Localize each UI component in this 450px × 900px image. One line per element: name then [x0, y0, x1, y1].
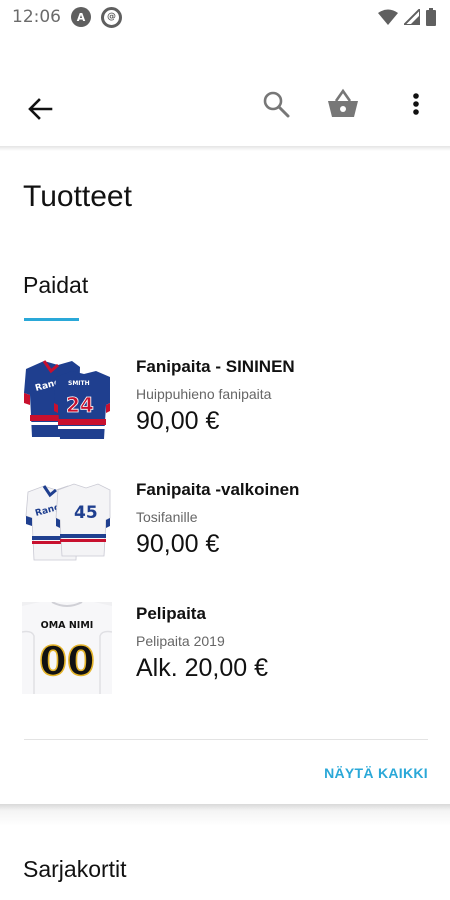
signal-icon: [404, 9, 420, 25]
svg-text:24: 24: [66, 393, 94, 417]
more-vert-icon: [413, 93, 419, 115]
basket-icon: [328, 88, 358, 117]
battery-icon: [426, 8, 436, 26]
sync-icon: @: [101, 6, 122, 28]
section-separator: [0, 804, 450, 826]
show-all-link[interactable]: NÄYTÄ KAIKKI: [324, 765, 428, 781]
tab-paidat[interactable]: Paidat: [23, 272, 88, 299]
product-name: Fanipaita - SININEN: [136, 357, 295, 376]
section-divider: [24, 739, 428, 740]
basket-button[interactable]: [326, 88, 360, 120]
section-title-sarjakortit[interactable]: Sarjakortit: [23, 856, 127, 883]
product-description: Huippuhieno fanipaita: [136, 386, 272, 402]
back-button[interactable]: [25, 94, 55, 124]
svg-text:OMA NIMI: OMA NIMI: [41, 620, 94, 631]
svg-text:00: 00: [39, 639, 95, 685]
product-price: Alk. 20,00 €: [136, 654, 269, 682]
status-right: [378, 8, 436, 26]
product-price: 90,00 €: [136, 407, 220, 435]
product-name: Pelipaita: [136, 604, 206, 623]
tab-indicator: [24, 318, 79, 321]
app-bar: [0, 70, 450, 146]
svg-text:SMITH: SMITH: [68, 380, 90, 387]
search-icon: [263, 91, 290, 118]
search-button[interactable]: [262, 90, 292, 120]
product-name: Fanipaita -valkoinen: [136, 480, 300, 499]
status-left: 12:06 A @: [12, 6, 122, 28]
app-screen: 12:06 A @ Tuotteet Paidat SMITH 24 Fanip…: [0, 0, 450, 900]
game-jersey-image: OMA NIMI 00: [22, 602, 112, 694]
blue-jersey-image: Rangers SMITH 24: [24, 360, 110, 439]
product-item-fanipaita-sininen[interactable]: Rangers SMITH 24 Fanipaita - SININEN Hui…: [22, 355, 432, 455]
product-item-fanipaita-valkoinen[interactable]: Rangers 45 Fanipaita -valkoinen Tosifani…: [22, 478, 432, 578]
page-title: Tuotteet: [23, 180, 132, 213]
white-jersey-image: Rangers 45: [25, 483, 111, 561]
notification-a-icon: A: [71, 7, 91, 27]
product-description: Pelipaita 2019: [136, 633, 225, 649]
product-price: 90,00 €: [136, 530, 220, 558]
more-options-button[interactable]: [405, 88, 427, 120]
status-bar: 12:06 A @: [0, 0, 450, 34]
product-item-pelipaita[interactable]: OMA NIMI 00 Pelipaita Pelipaita 2019 Alk…: [22, 602, 432, 702]
status-time: 12:06: [12, 7, 61, 27]
wifi-icon: [378, 9, 398, 25]
back-arrow-icon: [28, 98, 53, 120]
product-description: Tosifanille: [136, 509, 198, 525]
svg-text:45: 45: [74, 503, 98, 523]
app-bar-shadow: [0, 146, 450, 151]
